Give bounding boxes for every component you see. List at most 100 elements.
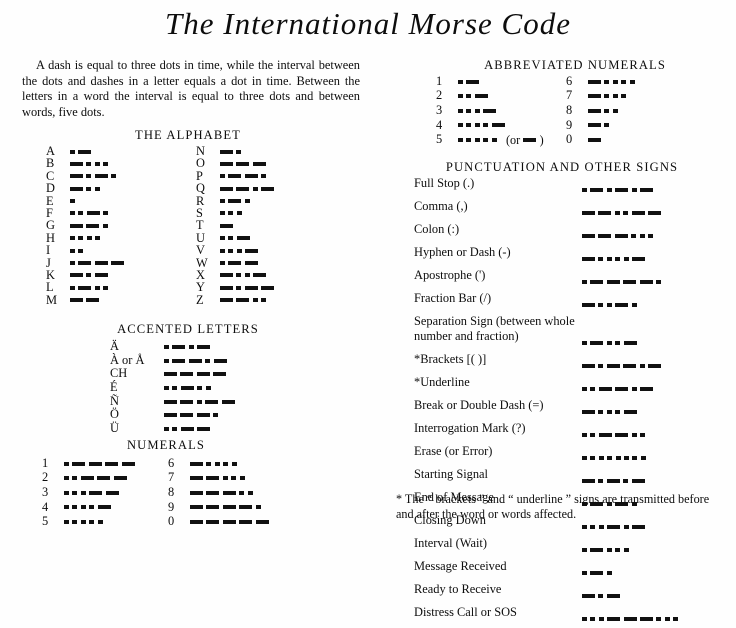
morse-code: [70, 298, 103, 303]
numerals-column-right: 67890: [168, 456, 272, 529]
symbol-label: Z: [196, 292, 204, 307]
symbol-label: 5: [42, 514, 49, 529]
symbol-label: 7: [168, 470, 175, 485]
code-cell: [64, 513, 106, 531]
symbol-label: I: [46, 243, 51, 258]
symbol-label: Q: [196, 181, 205, 196]
abbreviated-column-right: 67890: [566, 74, 638, 147]
morse-code: [523, 138, 539, 142]
punctuation-list: Full Stop (.) Comma (,) Colon (:) Hyphen or…: [414, 176, 682, 628]
punctuation-row: Hyphen or Dash (-): [414, 245, 682, 268]
punctuation-label: Message Received: [414, 559, 507, 573]
punctuation-row: *Brackets [( )]: [414, 352, 682, 375]
symbol-label: 8: [566, 102, 573, 117]
alphabet-column-left: ABCDEFGHIJKLM: [46, 145, 128, 306]
code-cell: [582, 314, 640, 352]
punctuation-label: Erase (or Error): [414, 444, 493, 458]
morse-code: [70, 273, 111, 278]
symbol-label: 6: [168, 455, 175, 470]
morse-code: [582, 594, 623, 599]
code-alternate-note-end: ): [539, 132, 544, 147]
morse-code: [70, 236, 104, 241]
morse-code: [190, 490, 256, 495]
symbol-label: T: [196, 218, 204, 233]
alphabet-row: H: [46, 231, 128, 244]
code-cell: [582, 199, 664, 222]
punctuation-row: Colon (:): [414, 222, 682, 245]
punctuation-label: Full Stop (.): [414, 176, 475, 190]
morse-code: [220, 261, 261, 266]
symbol-label: 9: [566, 117, 573, 132]
abbreviated-numeral-row: 0: [566, 132, 638, 147]
morse-code: [70, 186, 103, 191]
morse-code: [220, 174, 270, 179]
morse-code: [164, 426, 214, 431]
intro-text: A dash is equal to three dots in time, w…: [22, 58, 360, 119]
punctuation-row: Ready to Receive: [414, 582, 682, 605]
morse-code: [588, 138, 604, 142]
morse-code: [220, 223, 236, 228]
punctuation-row: Message Received: [414, 559, 682, 582]
punctuation-label: Apostrophe ('): [414, 268, 486, 282]
alphabet-row: S: [196, 207, 278, 219]
heading-accented: ACCENTED LETTERS: [117, 322, 259, 336]
code-cell: [582, 467, 648, 490]
code-cell: [582, 421, 648, 444]
morse-code: [588, 123, 613, 128]
code-cell: [582, 268, 664, 291]
morse-code: [220, 248, 262, 253]
morse-code: [582, 387, 656, 392]
code-cell: [190, 513, 272, 531]
morse-code: [458, 79, 483, 84]
symbol-label: 9: [168, 499, 175, 514]
morse-code: [164, 372, 230, 377]
symbol-label: 7: [566, 88, 573, 103]
morse-code: [164, 385, 214, 390]
morse-code: [220, 273, 270, 278]
punctuation-label: Separation Sign (between whole number an…: [414, 314, 575, 343]
morse-code: [70, 261, 128, 266]
punctuation-row: Fraction Bar (/): [414, 291, 682, 314]
punctuation-label: Break or Double Dash (=): [414, 398, 544, 412]
code-cell: [588, 131, 604, 149]
symbol-label: 1: [42, 455, 49, 470]
morse-code: [220, 186, 278, 191]
morse-code: [588, 108, 621, 113]
morse-code: [164, 399, 238, 404]
numerals-column-left: 12345: [42, 456, 138, 529]
morse-code: [588, 94, 630, 99]
accented-letters-list: ÄÀ or Å CH É Ñ Ö Ü: [110, 339, 238, 437]
alphabet-row: Z: [196, 292, 278, 307]
code-cell: [582, 375, 656, 398]
morse-code: [64, 490, 122, 495]
heading-abbreviated-numerals: ABBREVIATED NUMERALS: [484, 58, 666, 72]
symbol-label: 2: [436, 88, 443, 103]
morse-code: [70, 174, 120, 179]
punctuation-row: *Underline: [414, 375, 682, 398]
morse-code: [64, 461, 138, 466]
morse-code: [458, 94, 491, 99]
punctuation-row: Comma (,): [414, 199, 682, 222]
code-cell: (or ): [458, 131, 544, 149]
morse-code: [582, 479, 648, 484]
code-alternate-note: (or: [505, 132, 524, 147]
punctuation-label: Comma (,): [414, 199, 468, 213]
morse-code: [458, 123, 508, 128]
alphabet-row: M: [46, 293, 128, 306]
morse-code: [582, 617, 682, 622]
morse-code: [164, 345, 214, 350]
code-cell: [582, 444, 649, 467]
code-cell: [164, 419, 214, 437]
footnote: * The “ brackets ” and “ underline ” sig…: [396, 492, 710, 521]
symbol-label: 1: [436, 73, 443, 88]
morse-code: [190, 520, 272, 524]
morse-code: [164, 413, 222, 418]
morse-code: [220, 211, 245, 216]
symbol-label: Ü: [110, 420, 119, 435]
punctuation-row: Distress Call or SOS: [414, 605, 682, 628]
morse-code: [70, 149, 95, 154]
morse-code: [70, 199, 78, 204]
punctuation-label: Hyphen or Dash (-): [414, 245, 511, 259]
code-cell: [582, 605, 682, 628]
code-cell: [582, 352, 664, 375]
